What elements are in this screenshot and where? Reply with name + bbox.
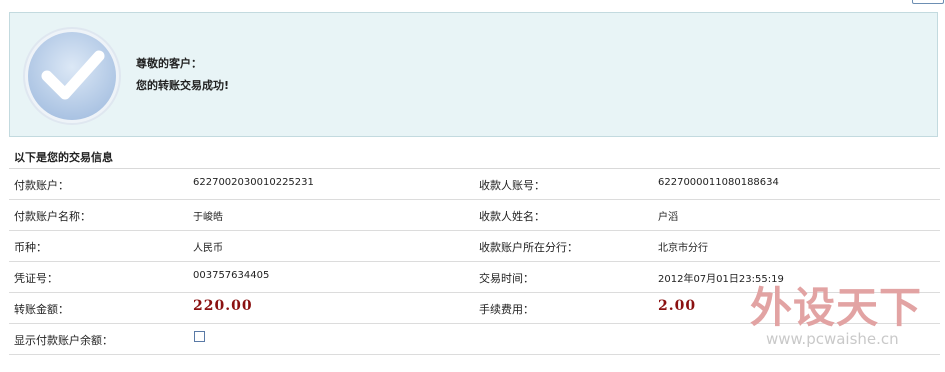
table-row: 付款账户名称： 于峻皓 收款人姓名： 户滔 [9, 200, 940, 231]
fee-value: 2.00 [658, 298, 697, 314]
table-row: 付款账户： 6227002030010225231 收款人账号： 6227000… [9, 169, 940, 200]
payer-name-value: 于峻皓 [193, 212, 223, 223]
checkmark-icon [23, 27, 121, 125]
greeting-text: 尊敬的客户： [136, 57, 202, 70]
watermark: 外设天下 www.pcwaishe.cn [748, 274, 938, 364]
payer-account-label: 付款账户： [14, 179, 69, 192]
section-title: 以下是您的交易信息 [14, 151, 113, 164]
payee-name-label: 收款人姓名： [479, 210, 545, 223]
transaction-info-header: 以下是您的交易信息 [9, 145, 940, 169]
voucher-number-value: 003757634405 [193, 270, 270, 281]
table-row: 币种： 人民币 收款账户所在分行： 北京市分行 [9, 231, 940, 262]
show-balance-label: 显示付款账户余额： [14, 334, 113, 347]
currency-value: 人民币 [193, 243, 223, 254]
voucher-number-label: 凭证号： [14, 272, 58, 285]
watermark-logo: 外设天下 [750, 283, 923, 332]
transaction-time-label: 交易时间： [479, 272, 534, 285]
success-message: 您的转账交易成功! [136, 79, 230, 92]
watermark-url: www.pcwaishe.cn [766, 330, 899, 348]
payee-account-value: 6227000011080188634 [658, 177, 779, 188]
fee-label: 手续费用： [479, 303, 534, 316]
show-balance-checkbox[interactable] [194, 331, 205, 342]
payer-name-label: 付款账户名称： [14, 210, 91, 223]
currency-label: 币种： [14, 241, 47, 254]
top-right-corner-mark [912, 0, 944, 4]
transfer-amount-label: 转账金额： [14, 303, 69, 316]
transfer-amount-value: 220.00 [193, 298, 253, 314]
payee-branch-value: 北京市分行 [658, 243, 708, 254]
payer-account-value: 6227002030010225231 [193, 177, 314, 188]
success-panel: 尊敬的客户： 您的转账交易成功! [9, 12, 938, 137]
payee-name-value: 户滔 [658, 212, 678, 223]
payee-account-label: 收款人账号： [479, 179, 545, 192]
payee-branch-label: 收款账户所在分行： [479, 241, 578, 254]
